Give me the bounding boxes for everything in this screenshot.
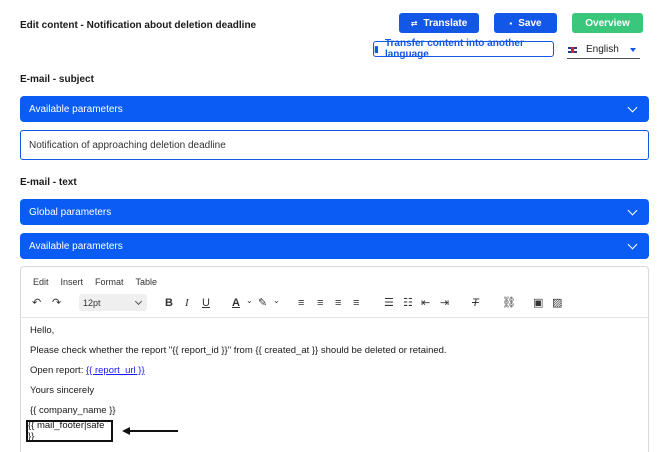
editor-line-company[interactable]: {{ company_name }} [30,405,116,416]
link-icon[interactable]: ⛓ [502,297,516,309]
open-report-prefix: Open report: [30,365,86,376]
save-button-label: Save [518,17,542,29]
menu-table[interactable]: Table [136,277,158,287]
chevron-down-icon [627,239,638,250]
indent-icon[interactable]: ⇥ [440,297,449,309]
chevron-down-icon [627,102,638,113]
subject-input[interactable]: Notification of approaching deletion dea… [20,130,649,160]
clear-formatting-icon[interactable]: T [472,297,479,309]
overview-button[interactable]: Overview [572,13,643,33]
highlight-color-icon[interactable]: ✎ [258,297,267,309]
translate-icon: ⇄ [410,18,418,28]
mail-footer-highlight[interactable]: {{ mail_footer|safe }} [26,420,113,442]
editor-menubar: Edit Insert Format Table [33,277,157,287]
font-size-value: 12pt [83,297,101,308]
chevron-down-icon [134,297,143,306]
justify-icon[interactable]: ≡ [353,297,359,309]
editor-line-open-report[interactable]: Open report: {{ report_url }} [30,365,145,376]
translate-button[interactable]: ⇄ Translate [399,13,479,33]
bold-icon[interactable]: B [165,297,173,309]
save-icon: ▪ [509,18,513,28]
subject-section-label: E-mail - subject [20,74,94,85]
text-section-label: E-mail - text [20,177,77,188]
document-icon: ▮ [374,43,379,54]
annotation-arrow-line [128,430,178,432]
outdent-icon[interactable]: ⇤ [421,297,430,309]
report-url-link[interactable]: {{ report_url }} [86,365,145,376]
editor-line-closing[interactable]: Yours sincerely [30,385,94,396]
text-color-caret-icon[interactable]: ⌄ [246,295,253,307]
highlight-caret-icon[interactable]: ⌄ [273,295,280,307]
save-button[interactable]: ▪ Save [494,13,557,33]
language-select[interactable]: English [567,41,640,59]
underline-icon[interactable]: U [202,297,210,309]
align-center-icon[interactable]: ≡ [317,297,323,309]
translate-button-label: Translate [423,17,468,29]
editor-toolbar: ↶ ↷ 12pt B I U A ⌄ ✎ ⌄ ≡ ≡ ≡ ≡ ☰ ☷ ⇤ ⇥ T… [21,292,648,314]
chevron-down-icon [627,205,638,216]
global-parameters-label: Global parameters [29,206,112,218]
overview-button-label: Overview [585,17,630,29]
subject-input-value: Notification of approaching deletion dea… [29,139,226,151]
menu-insert[interactable]: Insert [61,277,84,287]
clipboard-icon[interactable]: ▣ [533,297,543,309]
redo-icon[interactable]: ↷ [52,297,61,309]
font-size-select[interactable]: 12pt [79,294,147,311]
bullet-list-icon[interactable]: ☰ [384,297,394,309]
align-right-icon[interactable]: ≡ [335,297,341,309]
language-select-value: English [586,44,619,55]
caret-down-icon [630,48,636,52]
text-available-parameters-bar[interactable]: Available parameters [20,233,649,259]
editor-line-greeting[interactable]: Hello, [30,325,54,336]
rich-text-editor: Edit Insert Format Table ↶ ↷ 12pt B I U … [20,266,649,452]
text-color-icon[interactable]: A [232,297,240,309]
image-icon[interactable]: ▨ [552,297,562,309]
editor-line-report-check[interactable]: Please check whether the report "{{ repo… [30,345,447,356]
text-available-parameters-label: Available parameters [29,240,123,252]
uk-flag-icon [568,46,577,53]
numbered-list-icon[interactable]: ☷ [403,297,413,309]
italic-icon[interactable]: I [185,297,189,309]
transfer-language-label: Transfer content into another language [384,38,524,60]
subject-available-parameters-bar[interactable]: Available parameters [20,96,649,122]
page-title: Edit content - Notification about deleti… [20,20,257,31]
subject-available-parameters-label: Available parameters [29,103,123,115]
align-left-icon[interactable]: ≡ [298,297,304,309]
menu-edit[interactable]: Edit [33,277,49,287]
global-parameters-bar[interactable]: Global parameters [20,199,649,225]
editor-line-footer: {{ mail_footer|safe }} [28,420,105,442]
menu-format[interactable]: Format [95,277,124,287]
transfer-language-button[interactable]: ▮ Transfer content into another language [373,38,554,60]
editor-divider [21,317,648,318]
undo-icon[interactable]: ↶ [32,297,41,309]
